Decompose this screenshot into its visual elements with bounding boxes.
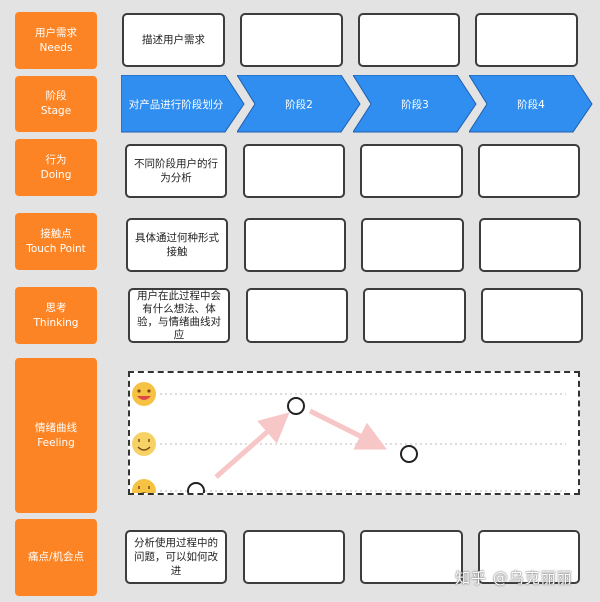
doing-cell-1[interactable]: 不同阶段用户的行为分析	[125, 144, 227, 198]
needs-cell-3[interactable]	[358, 13, 460, 67]
label-cn: 行为	[45, 153, 67, 166]
feeling-point-stage2[interactable]	[287, 397, 305, 415]
feeling-point-stage3[interactable]	[400, 445, 418, 463]
touch-cell-2[interactable]	[244, 218, 346, 272]
stage-3[interactable]: 阶段3	[353, 75, 477, 133]
label-cn: 思考	[45, 301, 67, 314]
row-label-doing: 行为 Doing	[15, 139, 97, 196]
doing-cell-2[interactable]	[243, 144, 345, 198]
touch-cell-1[interactable]: 具体通过何种形式接触	[126, 218, 228, 272]
label-cn: 用户需求	[35, 26, 77, 39]
stage-label: 阶段2	[285, 98, 313, 111]
pain-cell-3[interactable]	[360, 530, 463, 584]
label-cn: 接触点	[40, 227, 72, 240]
row-label-needs: 用户需求 Needs	[15, 12, 97, 69]
row-label-feeling: 情绪曲线 Feeling	[15, 358, 97, 513]
label-en: Thinking	[33, 316, 79, 329]
touch-cell-4[interactable]	[479, 218, 581, 272]
feeling-point-stage1[interactable]	[187, 482, 205, 493]
label-en: Feeling	[37, 436, 75, 449]
thinking-cell-4[interactable]	[481, 288, 583, 343]
row-label-painpoint: 痛点/机会点	[15, 519, 97, 596]
feeling-curve-panel	[128, 371, 580, 495]
pain-cell-2[interactable]	[243, 530, 345, 584]
stage-label: 阶段3	[401, 98, 429, 111]
row-label-thinking: 思考 Thinking	[15, 287, 97, 344]
stage-1[interactable]: 对产品进行阶段划分	[121, 75, 245, 133]
stage-label: 阶段4	[517, 98, 545, 111]
feeling-curve-chart	[132, 382, 566, 493]
needs-cell-4[interactable]	[475, 13, 578, 67]
needs-cell-2[interactable]	[240, 13, 343, 67]
row-label-stage: 阶段 Stage	[15, 76, 97, 132]
needs-cell-1[interactable]: 描述用户需求	[122, 13, 225, 67]
touch-cell-3[interactable]	[361, 218, 464, 272]
label-cn: 情绪曲线	[35, 421, 77, 434]
sad-face-icon	[132, 479, 156, 493]
label-en: Stage	[40, 105, 72, 117]
doing-cell-3[interactable]	[360, 144, 463, 198]
label-en: Touch Point	[26, 242, 86, 255]
trend-arrow-up	[214, 412, 290, 479]
label-en: Doing	[40, 168, 72, 181]
label-cn: 阶段	[45, 90, 67, 102]
watermark: 知乎 @乌克丽丽	[455, 569, 573, 587]
label-en: Needs	[39, 41, 73, 54]
thinking-cell-3[interactable]	[363, 288, 466, 343]
stage-2[interactable]: 阶段2	[237, 75, 361, 133]
label-cn: 痛点/机会点	[27, 551, 85, 563]
thinking-cell-1[interactable]: 用户在此过程中会有什么想法、体验，与情绪曲线对应	[128, 288, 230, 343]
thinking-cell-2[interactable]	[246, 288, 348, 343]
trend-arrow-down	[308, 408, 387, 450]
stage-4[interactable]: 阶段4	[469, 75, 593, 133]
row-label-touchpoint: 接触点 Touch Point	[15, 213, 97, 270]
stage-label: 对产品进行阶段划分	[128, 98, 224, 111]
neutral-face-icon	[132, 432, 156, 456]
pain-cell-1[interactable]: 分析使用过程中的问题，可以如何改进	[125, 530, 227, 584]
doing-cell-4[interactable]	[478, 144, 580, 198]
happy-face-icon	[132, 382, 156, 406]
